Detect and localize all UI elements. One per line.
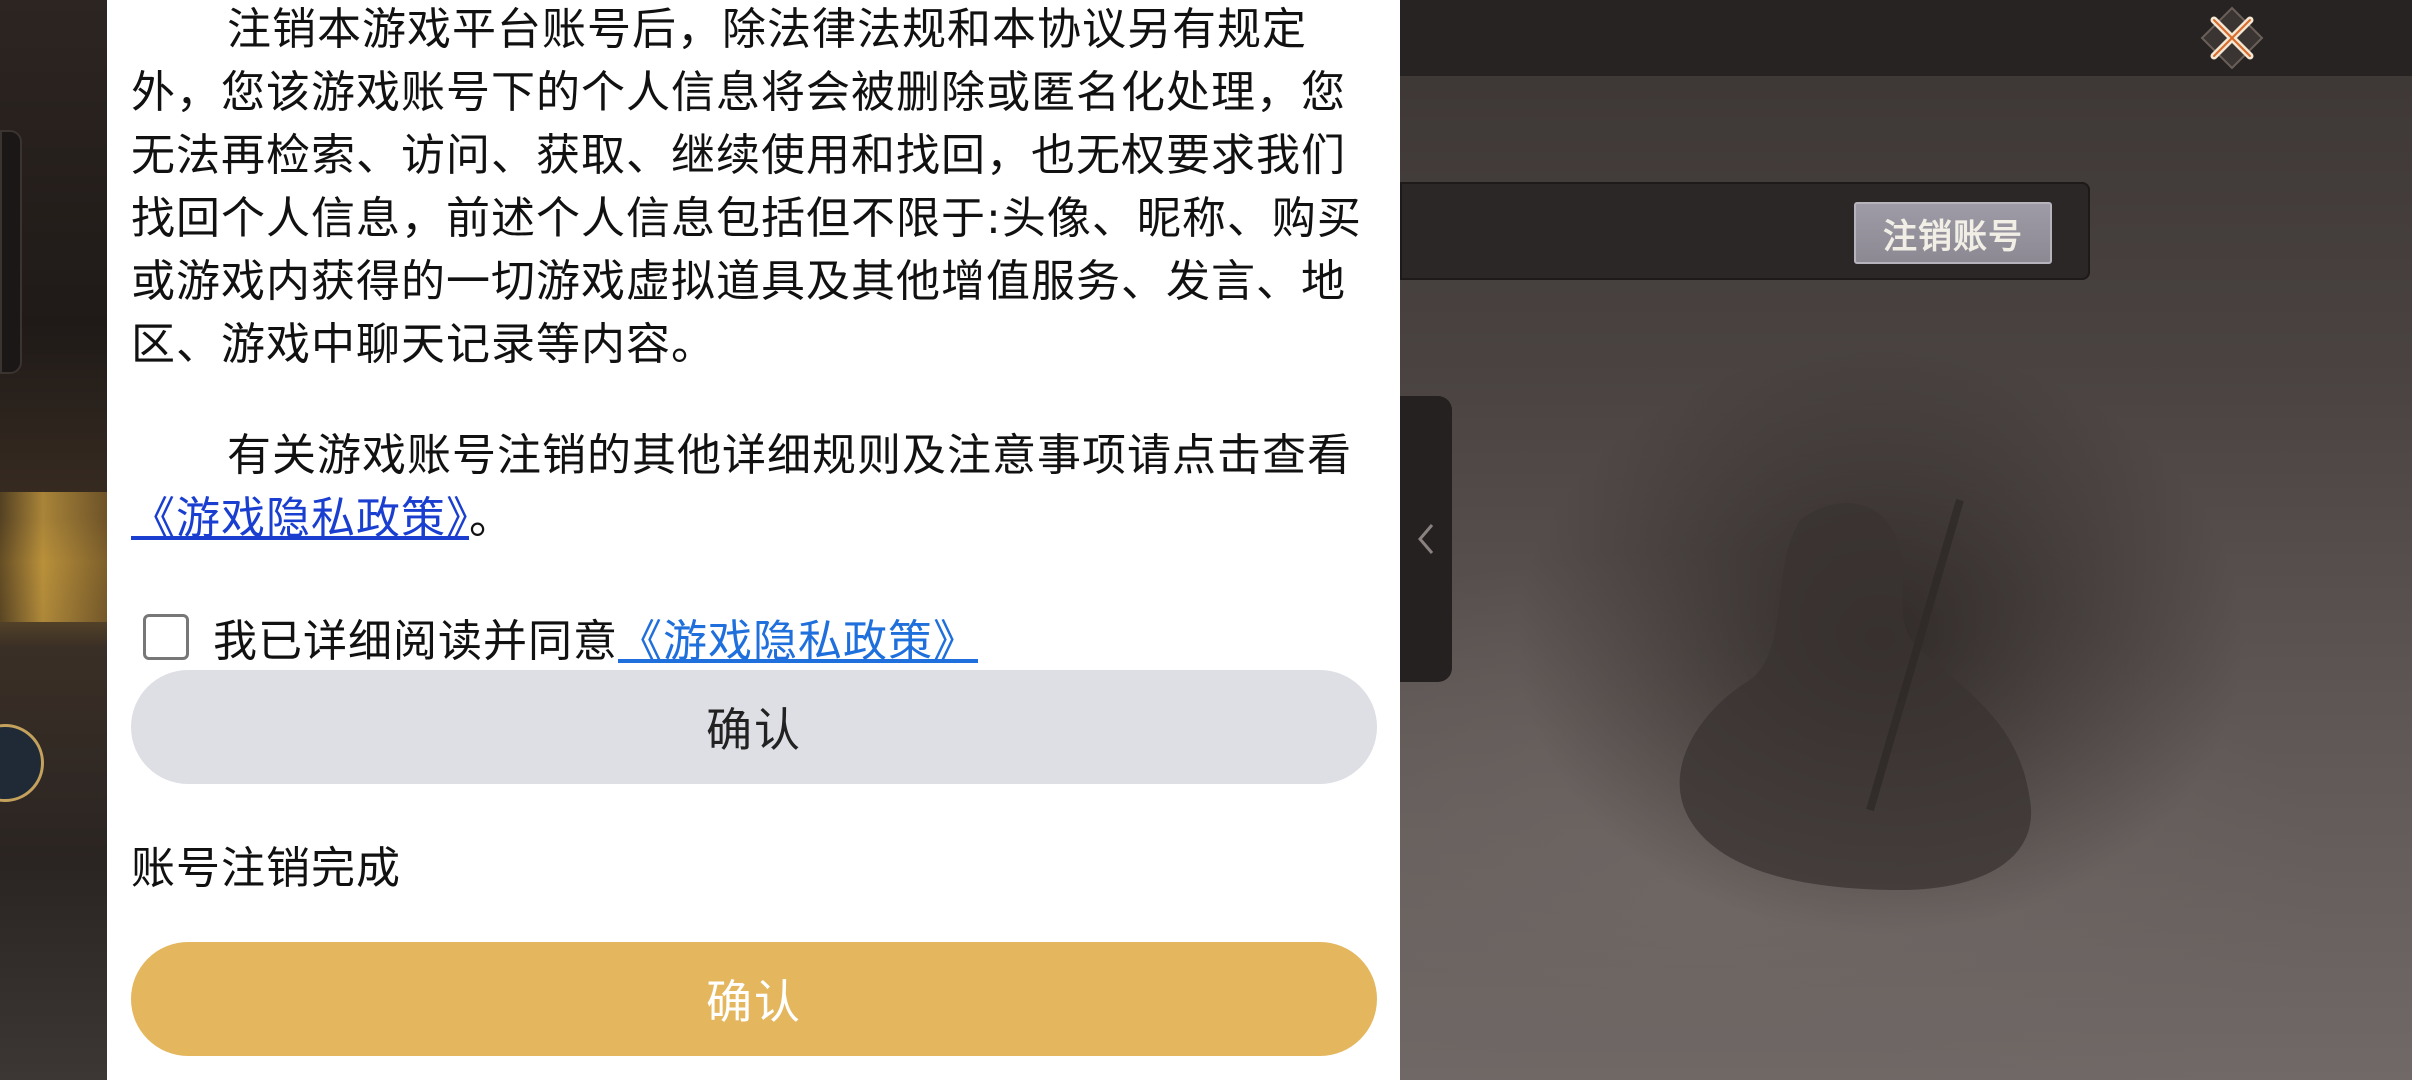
agree-row: 我已详细阅读并同意 《游戏隐私政策》 bbox=[143, 604, 978, 670]
character-silhouette bbox=[1679, 498, 2032, 890]
agree-label: 我已详细阅读并同意 bbox=[213, 616, 618, 667]
privacy-policy-link[interactable]: 《游戏隐私政策》 bbox=[131, 493, 469, 544]
chevron-left-icon bbox=[1418, 524, 1434, 554]
rules-notice-suffix: 。 bbox=[469, 493, 514, 544]
cancellation-notice: 注销本游戏平台账号后，除法律法规和本协议另有规定外，您该游戏账号下的个人信息将会… bbox=[131, 4, 1362, 370]
agree-privacy-policy-link[interactable]: 《游戏隐私政策》 bbox=[618, 605, 978, 669]
gold-band bbox=[0, 492, 107, 622]
left-game-strip bbox=[0, 0, 107, 1080]
side-panel bbox=[0, 130, 22, 374]
final-confirm-button[interactable]: 确认 bbox=[131, 942, 1377, 1056]
confirm-button[interactable]: 确认 bbox=[131, 670, 1377, 784]
rules-notice-text: 有关游戏账号注销的其他详细规则及注意事项请点击查看 bbox=[227, 430, 1352, 481]
avatar-badge[interactable] bbox=[0, 724, 44, 802]
side-tab[interactable] bbox=[1400, 396, 1452, 682]
cancellation-complete-label: 账号注销完成 bbox=[131, 843, 401, 894]
rules-notice: 有关游戏账号注销的其他详细规则及注意事项请点击查看《游戏隐私政策》。 bbox=[131, 424, 1381, 550]
cancel-account-button[interactable]: 注销账号 bbox=[1854, 202, 2052, 264]
close-x-icon bbox=[2200, 6, 2264, 70]
close-button[interactable] bbox=[2200, 6, 2264, 70]
agree-checkbox[interactable] bbox=[143, 614, 189, 660]
cancellation-dialog: 注销本游戏平台账号后，除法律法规和本协议另有规定外，您该游戏账号下的个人信息将会… bbox=[107, 0, 1400, 1080]
